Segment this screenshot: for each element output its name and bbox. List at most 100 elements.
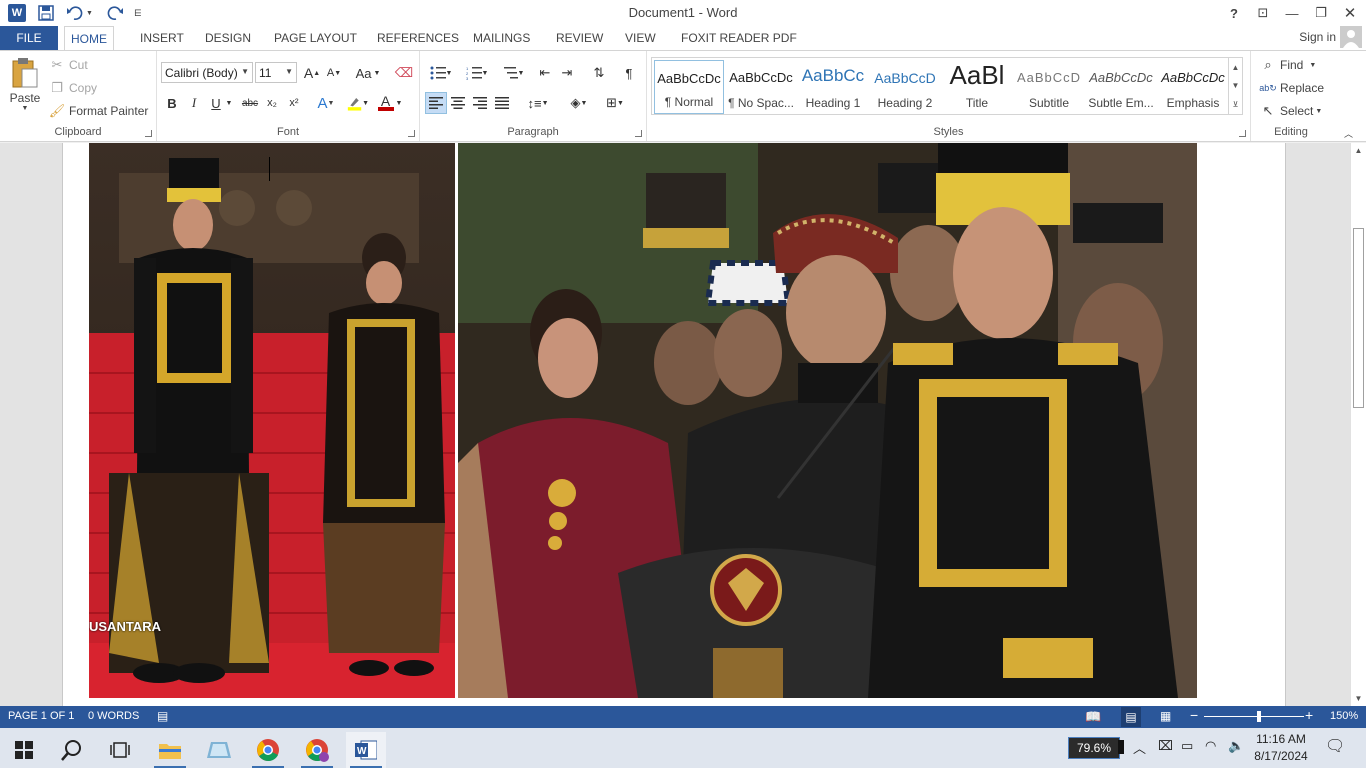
bullets-icon[interactable]: ▼ <box>426 62 456 84</box>
photo-right[interactable] <box>458 143 1197 698</box>
tab-file[interactable]: FILE <box>0 26 58 50</box>
task-view-icon[interactable] <box>100 732 140 768</box>
grow-font-button[interactable]: A ▲ <box>301 62 323 84</box>
align-right-icon[interactable] <box>469 92 491 114</box>
style-subtitle[interactable]: AaBbCcD Subtitle <box>1014 60 1084 114</box>
chevron-up-icon[interactable]: ︿ <box>1133 738 1146 757</box>
web-layout-icon[interactable]: ▦ <box>1160 709 1171 723</box>
tab-home[interactable]: HOME <box>64 26 114 51</box>
change-case-button[interactable]: Aa ▼ <box>353 62 383 84</box>
battery-icon[interactable]: ▭ <box>1181 738 1193 754</box>
proofing-icon[interactable]: ▤ <box>157 709 168 723</box>
style-heading-2[interactable]: AaBbCcD Heading 2 <box>870 60 940 114</box>
volume-icon[interactable]: 🔈 <box>1228 738 1244 754</box>
sort-icon[interactable]: ⇅ <box>588 62 610 84</box>
subscript-button[interactable]: x₂ <box>261 92 283 114</box>
tab-mailings[interactable]: MAILINGS <box>467 26 536 50</box>
bold-button[interactable]: B <box>161 92 183 114</box>
tab-insert[interactable]: INSERT <box>134 26 190 50</box>
style-subtle-emphasis[interactable]: AaBbCcDc Subtle Em... <box>1086 60 1156 114</box>
more-styles-icon[interactable]: ⊻ <box>1233 100 1239 109</box>
text-effects-button[interactable]: A ▼ <box>315 92 337 114</box>
decrease-indent-icon[interactable]: ⇤ <box>534 62 556 84</box>
chrome-profile-icon[interactable] <box>297 732 337 768</box>
read-mode-icon[interactable]: 📖 <box>1085 709 1101 725</box>
scrollbar-thumb[interactable] <box>1353 228 1364 408</box>
notifications-icon[interactable]: 🗨 <box>1325 736 1345 756</box>
print-layout-icon[interactable]: ▤ <box>1121 707 1141 727</box>
format-painter-button[interactable]: 🖌 Format Painter <box>48 102 149 120</box>
clipboard-dialog-launcher[interactable] <box>145 130 152 137</box>
increase-indent-icon[interactable]: ⇥ <box>556 62 578 84</box>
font-dialog-launcher[interactable] <box>408 130 415 137</box>
document-page[interactable]: USANTARA <box>62 143 1286 706</box>
sign-in-link[interactable]: Sign in <box>1299 30 1336 44</box>
select-button[interactable]: ↖ Select ▼ <box>1259 102 1323 120</box>
styles-gallery-scroll[interactable]: ▲ ▼ ⊻ <box>1229 57 1243 115</box>
wifi-icon[interactable]: ◠ <box>1205 738 1216 754</box>
tab-references[interactable]: REFERENCES <box>371 26 465 50</box>
shading-icon[interactable]: ◈ ▼ <box>564 92 594 114</box>
strikethrough-button[interactable]: abc <box>239 92 261 114</box>
underline-dropdown-icon[interactable]: ▼ <box>223 92 235 114</box>
search-icon[interactable] <box>52 732 92 768</box>
zoom-slider-thumb[interactable] <box>1257 711 1261 722</box>
tab-design[interactable]: DESIGN <box>199 26 257 50</box>
line-spacing-icon[interactable]: ↕≡ ▼ <box>523 92 553 114</box>
app-icon[interactable] <box>199 732 239 768</box>
style-no-spacing[interactable]: AaBbCcDc ¶ No Spac... <box>726 60 796 114</box>
scroll-down-icon[interactable]: ▼ <box>1351 691 1366 706</box>
zoom-in-icon[interactable]: + <box>1305 707 1313 723</box>
zoom-level[interactable]: 150% <box>1330 710 1358 722</box>
page-count[interactable]: PAGE 1 OF 1 <box>8 710 74 722</box>
superscript-button[interactable]: x² <box>283 92 305 114</box>
maximize-button[interactable]: ❐ <box>1308 2 1334 24</box>
clear-formatting-icon[interactable]: ⌫ <box>393 62 415 84</box>
camera-icon[interactable]: ⌧ <box>1158 738 1173 754</box>
paste-button[interactable]: Paste ▼ <box>6 57 44 123</box>
file-explorer-icon[interactable] <box>150 732 190 768</box>
font-color-button[interactable]: A ▼ <box>377 92 402 114</box>
font-size-combo[interactable]: 11 ▼ <box>255 62 297 83</box>
minimize-button[interactable]: — <box>1279 2 1305 24</box>
align-center-icon[interactable] <box>447 92 469 114</box>
style-heading-1[interactable]: AaBbCc Heading 1 <box>798 60 868 114</box>
windows-start-icon[interactable] <box>4 732 44 768</box>
style-title[interactable]: AaBl Title <box>942 60 1012 114</box>
copy-button[interactable]: ❐ Copy <box>48 79 97 97</box>
font-name-combo[interactable]: Calibri (Body) ▼ <box>161 62 253 83</box>
tab-page-layout[interactable]: PAGE LAYOUT <box>268 26 363 50</box>
word-taskbar-icon[interactable]: W <box>346 732 386 768</box>
show-marks-button[interactable]: ¶ <box>618 62 640 84</box>
battery-percentage[interactable]: 79.6% <box>1068 737 1120 759</box>
italic-button[interactable]: I <box>183 92 205 114</box>
vertical-scrollbar[interactable]: ▲ ▼ <box>1350 143 1366 706</box>
multilevel-list-icon[interactable]: ▼ <box>498 62 528 84</box>
document-area[interactable]: USANTARA <box>0 143 1350 706</box>
help-button[interactable]: ? <box>1221 2 1247 24</box>
close-button[interactable]: ✕ <box>1337 2 1363 24</box>
zoom-out-icon[interactable]: − <box>1190 707 1198 723</box>
find-button[interactable]: ⌕ Find ▼ <box>1259 56 1316 74</box>
photo-left[interactable]: USANTARA <box>89 143 455 698</box>
tab-review[interactable]: REVIEW <box>550 26 609 50</box>
ribbon-display-options-button[interactable]: ⊡ <box>1250 2 1276 24</box>
paragraph-dialog-launcher[interactable] <box>635 130 642 137</box>
zoom-slider-track[interactable] <box>1204 716 1304 717</box>
scroll-up-icon[interactable]: ▲ <box>1351 143 1366 158</box>
style-emphasis[interactable]: AaBbCcDc Emphasis <box>1158 60 1228 114</box>
avatar[interactable] <box>1340 26 1362 48</box>
shrink-font-button[interactable]: A ▼ <box>323 62 345 84</box>
word-count[interactable]: 0 WORDS <box>88 710 139 722</box>
align-left-icon[interactable] <box>425 92 447 114</box>
collapse-ribbon-icon[interactable]: ︿ <box>1344 127 1353 140</box>
chevron-up-icon[interactable]: ▲ <box>1232 63 1240 72</box>
tab-view[interactable]: VIEW <box>619 26 662 50</box>
chevron-down-icon[interactable]: ▼ <box>1232 81 1240 90</box>
style-normal[interactable]: AaBbCcDc ¶ Normal <box>654 60 724 114</box>
taskbar-clock[interactable]: 11:16 AM 8/17/2024 <box>1252 731 1310 765</box>
borders-icon[interactable]: ⊞ ▼ <box>600 92 630 114</box>
justify-icon[interactable] <box>491 92 513 114</box>
highlight-button[interactable]: ▼ <box>347 92 369 114</box>
chrome-icon[interactable] <box>248 732 288 768</box>
